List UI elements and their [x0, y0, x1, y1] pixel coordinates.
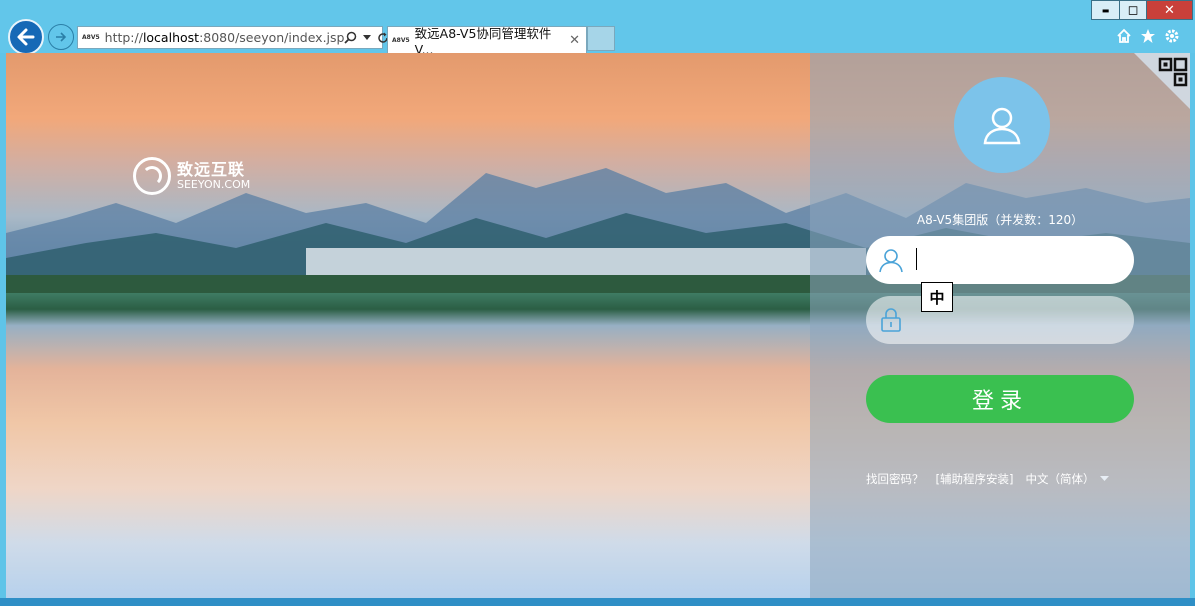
- back-button[interactable]: [8, 19, 44, 55]
- text-caret: [916, 248, 917, 270]
- page-bottom-bar: [0, 598, 1195, 606]
- favorites-star-icon[interactable]: [1139, 26, 1156, 46]
- helper-install-link[interactable]: [辅助程序安装]: [936, 471, 1014, 487]
- tab-seeyon[interactable]: A8V5 致远A8-V5协同管理软件 V... ✕: [387, 26, 587, 57]
- settings-gear-icon[interactable]: [1163, 26, 1180, 46]
- maximize-icon: ◻: [1127, 2, 1139, 18]
- login-page: 致远互联 SEEYON.COM A8-V5集团版（并发数：120） 中 登录 找…: [6, 53, 1190, 598]
- search-icon[interactable]: [344, 31, 357, 44]
- window-minimize-button[interactable]: ▬: [1091, 0, 1120, 20]
- url-prefix: http://: [104, 30, 143, 45]
- address-bar[interactable]: A8V5 http://localhost:8080/seeyon/index.…: [77, 26, 389, 49]
- home-icon[interactable]: [1115, 26, 1132, 46]
- arrow-left-icon: [17, 28, 35, 46]
- site-favicon: A8V5: [82, 34, 100, 41]
- user-icon: [983, 107, 1021, 145]
- ime-indicator: 中: [921, 282, 953, 312]
- new-tab-button[interactable]: [587, 26, 615, 51]
- brand-name-en: SEEYON.COM: [177, 178, 251, 191]
- close-icon: ✕: [1164, 2, 1175, 18]
- minimize-icon: ▬: [1101, 5, 1110, 15]
- login-button[interactable]: 登录: [866, 375, 1134, 423]
- browser-chrome: ▬ ◻ ✕ A8V5 http://localhost:8080/seeyon/…: [0, 0, 1195, 57]
- chevron-down-icon: [1100, 476, 1110, 481]
- url-path: :8080/seeyon/index.jsp: [199, 30, 345, 45]
- tab-title: 致远A8-V5协同管理软件 V...: [414, 26, 552, 57]
- dropdown-arrow-icon[interactable]: [363, 34, 372, 41]
- login-links: 找回密码？ [辅助程序安装] 中文（简体）: [866, 471, 1134, 487]
- language-label: 中文（简体）: [1025, 472, 1095, 486]
- tab-close-icon[interactable]: ✕: [569, 33, 580, 48]
- username-input[interactable]: [916, 248, 1120, 274]
- edition-label: A8-V5集团版（并发数：120）: [916, 213, 1084, 227]
- username-field[interactable]: [866, 236, 1134, 284]
- window-close-button[interactable]: ✕: [1146, 0, 1193, 20]
- seeyon-logo-icon: [133, 157, 171, 195]
- login-panel: A8-V5集团版（并发数：120） 中 登录 找回密码？ [辅助程序安装] 中文…: [810, 53, 1190, 598]
- forward-button[interactable]: [48, 24, 74, 50]
- user-avatar: [954, 77, 1050, 173]
- password-field[interactable]: [866, 296, 1134, 344]
- brand-name-cn: 致远互联: [177, 160, 246, 179]
- lock-icon: [881, 308, 901, 332]
- brand-logo: 致远互联 SEEYON.COM: [133, 157, 250, 195]
- user-icon: [879, 249, 903, 273]
- url-host: localhost: [142, 30, 200, 45]
- arrow-right-icon: [56, 32, 67, 42]
- window-maximize-button[interactable]: ◻: [1119, 0, 1147, 20]
- language-select[interactable]: 中文（简体）: [1025, 471, 1110, 487]
- forgot-password-link[interactable]: 找回密码？: [866, 471, 924, 487]
- qr-code-icon[interactable]: [1158, 57, 1188, 87]
- tab-favicon: A8V5: [392, 36, 410, 44]
